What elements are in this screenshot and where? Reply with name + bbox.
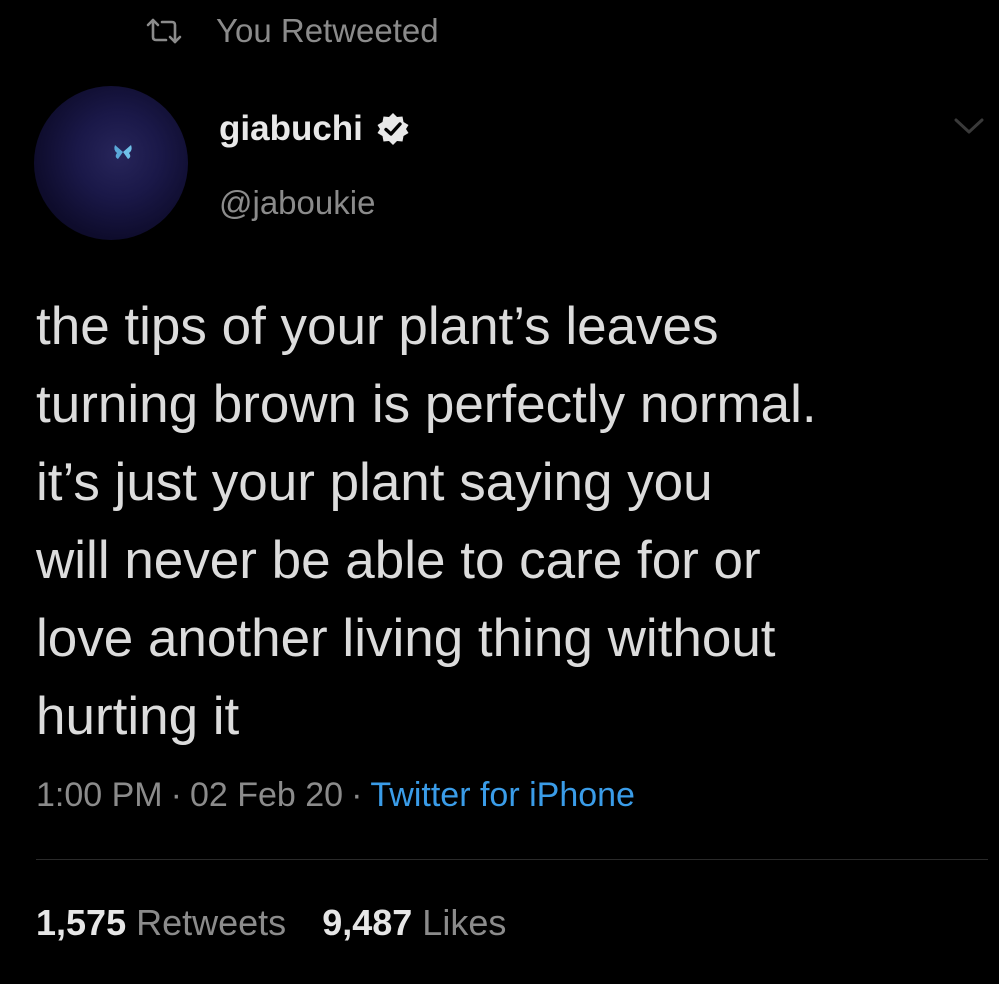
retweets-count: 1,575 (36, 902, 127, 943)
meta-separator: · (351, 776, 363, 814)
display-name[interactable]: giabuchi (219, 109, 363, 149)
tweet-text: the tips of your plant’s leaves turning … (36, 297, 817, 746)
retweet-icon (146, 16, 182, 46)
tweet-source-link[interactable]: Twitter for iPhone (370, 776, 635, 814)
tweet-stats: 1,575 Retweets 9,487 Likes (36, 902, 506, 944)
likes-count: 9,487 (322, 902, 413, 943)
verified-badge-icon (375, 111, 411, 147)
author-name-row[interactable]: giabuchi (219, 109, 411, 149)
meta-separator: · (170, 776, 182, 814)
retweet-label: You Retweeted (216, 12, 439, 49)
divider (36, 859, 988, 860)
tweet-date[interactable]: 02 Feb 20 (190, 776, 343, 814)
retweet-context: You Retweeted (146, 10, 439, 52)
likes-stat[interactable]: 9,487 Likes (322, 902, 506, 943)
retweets-stat[interactable]: 1,575 Retweets (36, 902, 286, 943)
tweet-meta: 1:00 PM · 02 Feb 20 · Twitter for iPhone (36, 776, 635, 815)
chevron-down-icon[interactable] (950, 112, 988, 140)
butterfly-icon (112, 142, 134, 162)
tweet-time[interactable]: 1:00 PM (36, 776, 163, 814)
author-handle[interactable]: @jaboukie (219, 184, 375, 222)
retweets-label: Retweets (136, 902, 287, 943)
avatar[interactable] (34, 86, 188, 240)
likes-label: Likes (422, 902, 507, 943)
